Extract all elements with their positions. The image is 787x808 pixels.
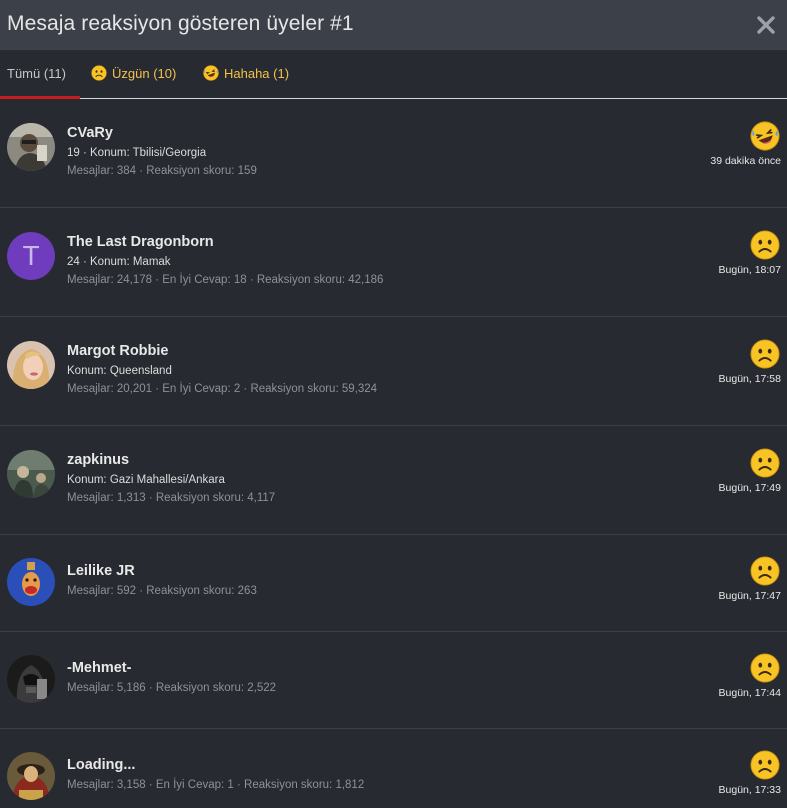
reaction-time: 39 dakika önce <box>710 155 781 167</box>
sad-emoji-icon <box>91 65 107 81</box>
tab-haha[interactable]: Hahaha (1) <box>203 51 289 98</box>
member-stats: Mesajlar: 1,313 · Reaksiyon skoru: 4,117 <box>67 492 276 504</box>
reaction-time: Bugün, 17:49 <box>718 482 781 494</box>
member-info: CVaRy 19 · Konum: Tbilisi/Georgia Mesajl… <box>67 124 257 178</box>
avatar-image <box>7 558 55 606</box>
avatar[interactable] <box>7 558 55 606</box>
member-info: Loading... Mesajlar: 3,158 · En İyi Ceva… <box>67 756 364 792</box>
member-name[interactable]: Leilike JR <box>67 562 257 580</box>
list-item: Loading... Mesajlar: 3,158 · En İyi Ceva… <box>0 729 787 808</box>
member-meta: Konum: Gazi Mahallesi/Ankara <box>67 474 225 486</box>
sad-emoji-icon <box>750 339 780 369</box>
haha-emoji-icon <box>750 121 780 151</box>
dialog-title: Mesaja reaksiyon gösteren üyeler #1 <box>7 12 354 35</box>
reaction-time: Bugün, 17:47 <box>718 590 781 602</box>
avatar[interactable] <box>7 123 55 171</box>
member-name[interactable]: Margot Robbie <box>67 342 377 360</box>
avatar[interactable]: T <box>7 232 55 280</box>
tab-haha-label: Hahaha (1) <box>224 66 290 81</box>
close-button[interactable] <box>754 11 778 39</box>
list-item: Leilike JR Mesajlar: 592 · Reaksiyon sko… <box>0 535 787 632</box>
reaction-tabs: Tümü (11) Üzgün (10) Hahaha (1) <box>0 51 787 99</box>
avatar-image <box>7 655 55 703</box>
avatar-image <box>7 752 55 800</box>
avatar-initial: T <box>22 240 39 271</box>
member-meta: 19 · Konum: Tbilisi/Georgia <box>67 147 207 159</box>
haha-emoji-icon <box>203 65 219 81</box>
tab-all-label: Tümü (11) <box>7 66 66 81</box>
member-info: zapkinus Konum: Gazi Mahallesi/Ankara Me… <box>67 451 275 505</box>
member-stats: Mesajlar: 592 · Reaksiyon skoru: 263 <box>67 585 257 597</box>
member-info: Margot Robbie Konum: Queensland Mesajlar… <box>67 342 377 396</box>
avatar[interactable] <box>7 655 55 703</box>
tab-all[interactable]: Tümü (11) <box>0 51 80 99</box>
sad-emoji-icon <box>750 556 780 586</box>
sad-emoji-icon <box>750 750 780 780</box>
member-name[interactable]: CVaRy <box>67 124 257 142</box>
avatar-image <box>7 450 55 498</box>
member-meta: Konum: Queensland <box>67 365 172 377</box>
avatar[interactable] <box>7 450 55 498</box>
reaction-time: Bugün, 17:33 <box>718 784 781 796</box>
sad-emoji-icon <box>750 448 780 478</box>
list-item: T The Last Dragonborn 24 · Konum: Mamak … <box>0 208 787 317</box>
member-info: -Mehmet- Mesajlar: 5,186 · Reaksiyon sko… <box>67 659 276 695</box>
member-stats: Mesajlar: 20,201 · En İyi Cevap: 2 · Rea… <box>67 383 378 395</box>
tab-sad-label: Üzgün (10) <box>112 66 177 81</box>
list-item: CVaRy 19 · Konum: Tbilisi/Georgia Mesajl… <box>0 99 787 208</box>
member-name[interactable]: -Mehmet- <box>67 659 276 677</box>
dialog-title-bar: Mesaja reaksiyon gösteren üyeler #1 <box>0 0 787 51</box>
sad-emoji-icon <box>750 230 780 260</box>
reactions-dialog: Mesaja reaksiyon gösteren üyeler #1 Tümü… <box>0 0 787 808</box>
tab-sad[interactable]: Üzgün (10) <box>91 51 176 98</box>
avatar[interactable] <box>7 341 55 389</box>
member-stats: Mesajlar: 5,186 · Reaksiyon skoru: 2,522 <box>67 682 277 694</box>
member-stats: Mesajlar: 3,158 · En İyi Cevap: 1 · Reak… <box>67 779 365 791</box>
avatar-letter: T <box>7 232 55 280</box>
list-item: Margot Robbie Konum: Queensland Mesajlar… <box>0 317 787 426</box>
list-item: -Mehmet- Mesajlar: 5,186 · Reaksiyon sko… <box>0 632 787 729</box>
reaction-time: Bugün, 18:07 <box>718 264 781 276</box>
member-name[interactable]: The Last Dragonborn <box>67 233 383 251</box>
avatar-image <box>7 341 55 389</box>
member-name[interactable]: Loading... <box>67 756 364 774</box>
member-stats: Mesajlar: 24,178 · En İyi Cevap: 18 · Re… <box>67 274 384 286</box>
member-stats: Mesajlar: 384 · Reaksiyon skoru: 159 <box>67 165 257 177</box>
sad-emoji-icon <box>750 653 780 683</box>
avatar[interactable] <box>7 752 55 800</box>
member-meta: 24 · Konum: Mamak <box>67 256 171 268</box>
member-info: The Last Dragonborn 24 · Konum: Mamak Me… <box>67 233 383 287</box>
avatar-image <box>7 123 55 171</box>
list-item: zapkinus Konum: Gazi Mahallesi/Ankara Me… <box>0 426 787 535</box>
reaction-time: Bugün, 17:58 <box>718 373 781 385</box>
member-info: Leilike JR Mesajlar: 592 · Reaksiyon sko… <box>67 562 257 598</box>
member-name[interactable]: zapkinus <box>67 451 275 469</box>
reaction-time: Bugün, 17:44 <box>718 687 781 699</box>
close-icon <box>757 16 775 34</box>
